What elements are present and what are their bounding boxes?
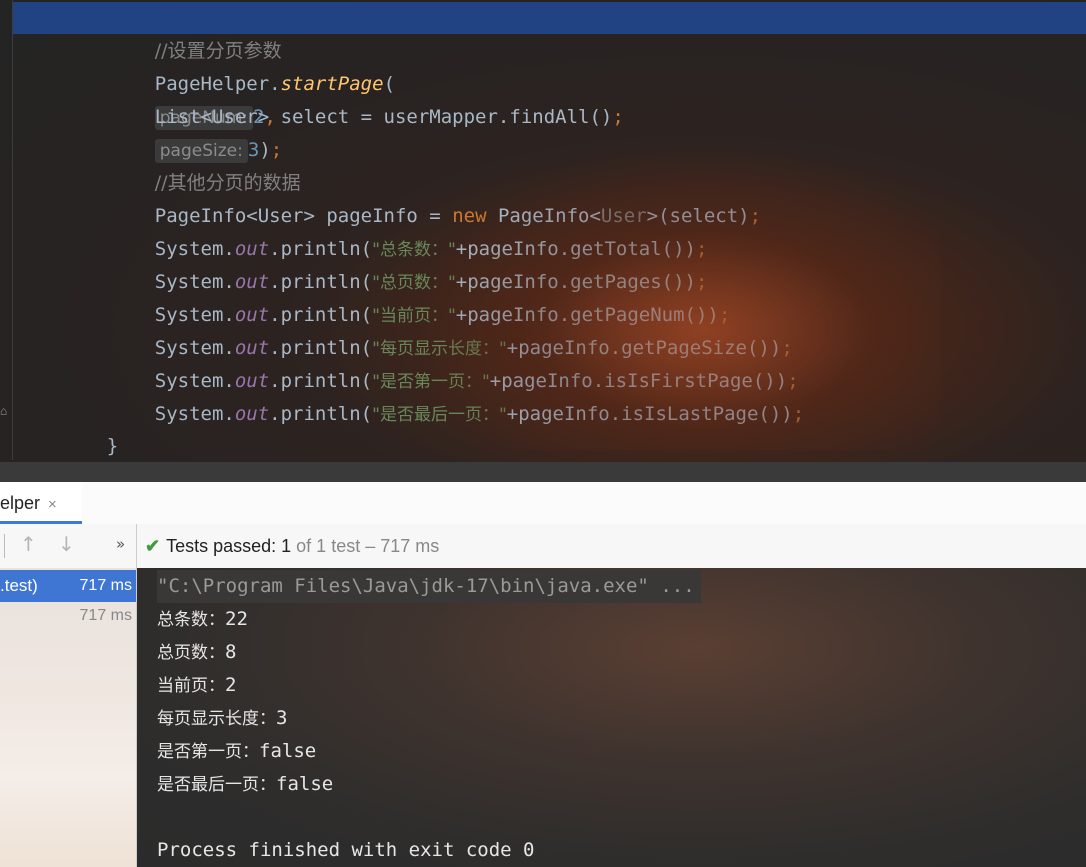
- toolbar-separator: [4, 534, 5, 558]
- status-count: 1: [281, 536, 292, 556]
- code-token: +pageInfo.getPages()): [455, 271, 696, 293]
- arrow-down-icon[interactable]: ↓: [58, 532, 75, 556]
- code-token: +pageInfo.getPageNum()): [455, 304, 719, 326]
- console-value: 8: [225, 641, 237, 663]
- console-label: 每页显示长度：: [157, 709, 276, 729]
- code-line-11[interactable]: System.out.println("是否第一页："+pageInfo.isI…: [109, 332, 799, 392]
- tree-row-label: .test): [0, 576, 38, 595]
- run-tab[interactable]: elper ×: [0, 482, 82, 524]
- fold-marker-icon[interactable]: ⌂: [0, 404, 12, 420]
- code-semicolon: ;: [792, 403, 805, 425]
- arrow-up-icon[interactable]: ↑: [20, 532, 37, 556]
- code-field: out: [234, 403, 270, 425]
- console-line: 总页数：8: [157, 636, 236, 669]
- tests-status: ✔ Tests passed: 1 of 1 test – 717 ms: [145, 524, 439, 568]
- console-line: 当前页：2: [157, 669, 236, 702]
- code-token: +pageInfo.isIsLastPage()): [506, 403, 793, 425]
- code-token: System.: [154, 403, 235, 425]
- console-value: 2: [225, 674, 237, 696]
- code-token: .println(: [269, 403, 373, 425]
- console-command-line: "C:\Program Files\Java\jdk-17\bin\java.e…: [157, 570, 701, 603]
- tree-row-time: 717 ms: [79, 607, 132, 624]
- console-line: 是否最后一页：false: [157, 768, 333, 801]
- code-token: PageInfo<: [486, 205, 601, 227]
- code-token: List<User> select = userMapper.findAll(): [154, 106, 613, 128]
- code-semicolon: ;: [718, 304, 731, 326]
- console-value: false: [259, 740, 317, 762]
- console-output[interactable]: "C:\Program Files\Java\jdk-17\bin\java.e…: [137, 568, 1086, 867]
- console-line: 总条数：22: [157, 603, 248, 636]
- test-runner-toolbar: ↑ ↓ » ✔ Tests passed: 1 of 1 test – 717 m…: [0, 524, 1086, 569]
- code-line-5[interactable]: //其他分页的数据: [109, 134, 301, 194]
- code-line-7[interactable]: System.out.println("总条数："+pageInfo.getTo…: [109, 200, 708, 260]
- console-exit-line: Process finished with exit code 0: [157, 839, 535, 861]
- editor-horizontal-scrollbar[interactable]: [0, 462, 1086, 482]
- code-token: +pageInfo.isIsFirstPage()): [489, 370, 788, 392]
- tree-row[interactable]: 717 ms: [0, 600, 136, 632]
- code-line-13[interactable]: }: [61, 397, 118, 457]
- gutter-divider: [12, 0, 13, 460]
- code-line-14[interactable]: }: [13, 430, 70, 490]
- code-line-9[interactable]: System.out.println("当前页："+pageInfo.getPa…: [109, 266, 731, 326]
- code-editor[interactable]: //设置分页参数 PageHelper.startPage( pageNum: 2…: [0, 0, 1086, 490]
- close-icon[interactable]: ×: [48, 496, 57, 513]
- console-line: 每页显示长度：3: [157, 702, 287, 735]
- status-prefix: Tests passed:: [166, 536, 282, 556]
- run-tab-label: elper: [0, 493, 41, 513]
- code-generic: User: [600, 205, 647, 227]
- tree-row-selected[interactable]: .test) 717 ms: [0, 570, 136, 602]
- console-label: 总条数：: [157, 610, 225, 630]
- code-line-2[interactable]: PageHelper.startPage( pageNum: 2, pageSiz…: [109, 35, 395, 163]
- status-suffix: of 1 test – 717 ms: [291, 536, 440, 556]
- console-value: false: [276, 773, 334, 795]
- console-label: 当前页：: [157, 676, 225, 696]
- code-line-12[interactable]: System.out.println("是否最后一页："+pageInfo.is…: [109, 365, 804, 425]
- console-value: 3: [276, 707, 288, 729]
- code-keyword: new: [452, 205, 487, 227]
- console-label: 是否第一页：: [157, 742, 259, 762]
- code-semicolon: ;: [749, 205, 762, 227]
- code-semicolon: ;: [612, 106, 624, 128]
- code-line-3[interactable]: List<User> select = userMapper.findAll()…: [109, 68, 624, 128]
- check-icon: ✔: [145, 536, 161, 556]
- code-line-8[interactable]: System.out.println("总页数："+pageInfo.getPa…: [109, 233, 708, 293]
- code-line-10[interactable]: System.out.println("每页显示长度："+pageInfo.ge…: [109, 299, 793, 359]
- code-line-1[interactable]: //设置分页参数: [109, 2, 282, 62]
- console-line: 是否第一页：false: [157, 735, 316, 768]
- code-line-6[interactable]: PageInfo<User> pageInfo = new PageInfo<U…: [109, 167, 761, 227]
- code-brace: }: [106, 435, 119, 457]
- run-tool-window-tabs: elper ×: [0, 482, 1086, 525]
- console-value: 22: [225, 608, 248, 630]
- toolbar-divider: [136, 524, 137, 568]
- tree-row-time: 717 ms: [79, 577, 132, 594]
- console-label: 是否最后一页：: [157, 775, 276, 795]
- code-semicolon: ;: [695, 271, 708, 293]
- more-actions-icon[interactable]: »: [116, 535, 125, 553]
- console-label: 总页数：: [157, 643, 225, 663]
- code-semicolon: ;: [695, 238, 708, 260]
- test-results-tree: .test) 717 ms 717 ms: [0, 568, 137, 867]
- code-token: +pageInfo.getPageSize()): [506, 337, 782, 359]
- code-semicolon: ;: [787, 370, 799, 392]
- code-string: "是否最后一页：": [372, 405, 507, 425]
- code-token: +pageInfo.getTotal()): [455, 238, 696, 260]
- code-semicolon: ;: [781, 337, 793, 359]
- code-token: >(select): [646, 205, 750, 227]
